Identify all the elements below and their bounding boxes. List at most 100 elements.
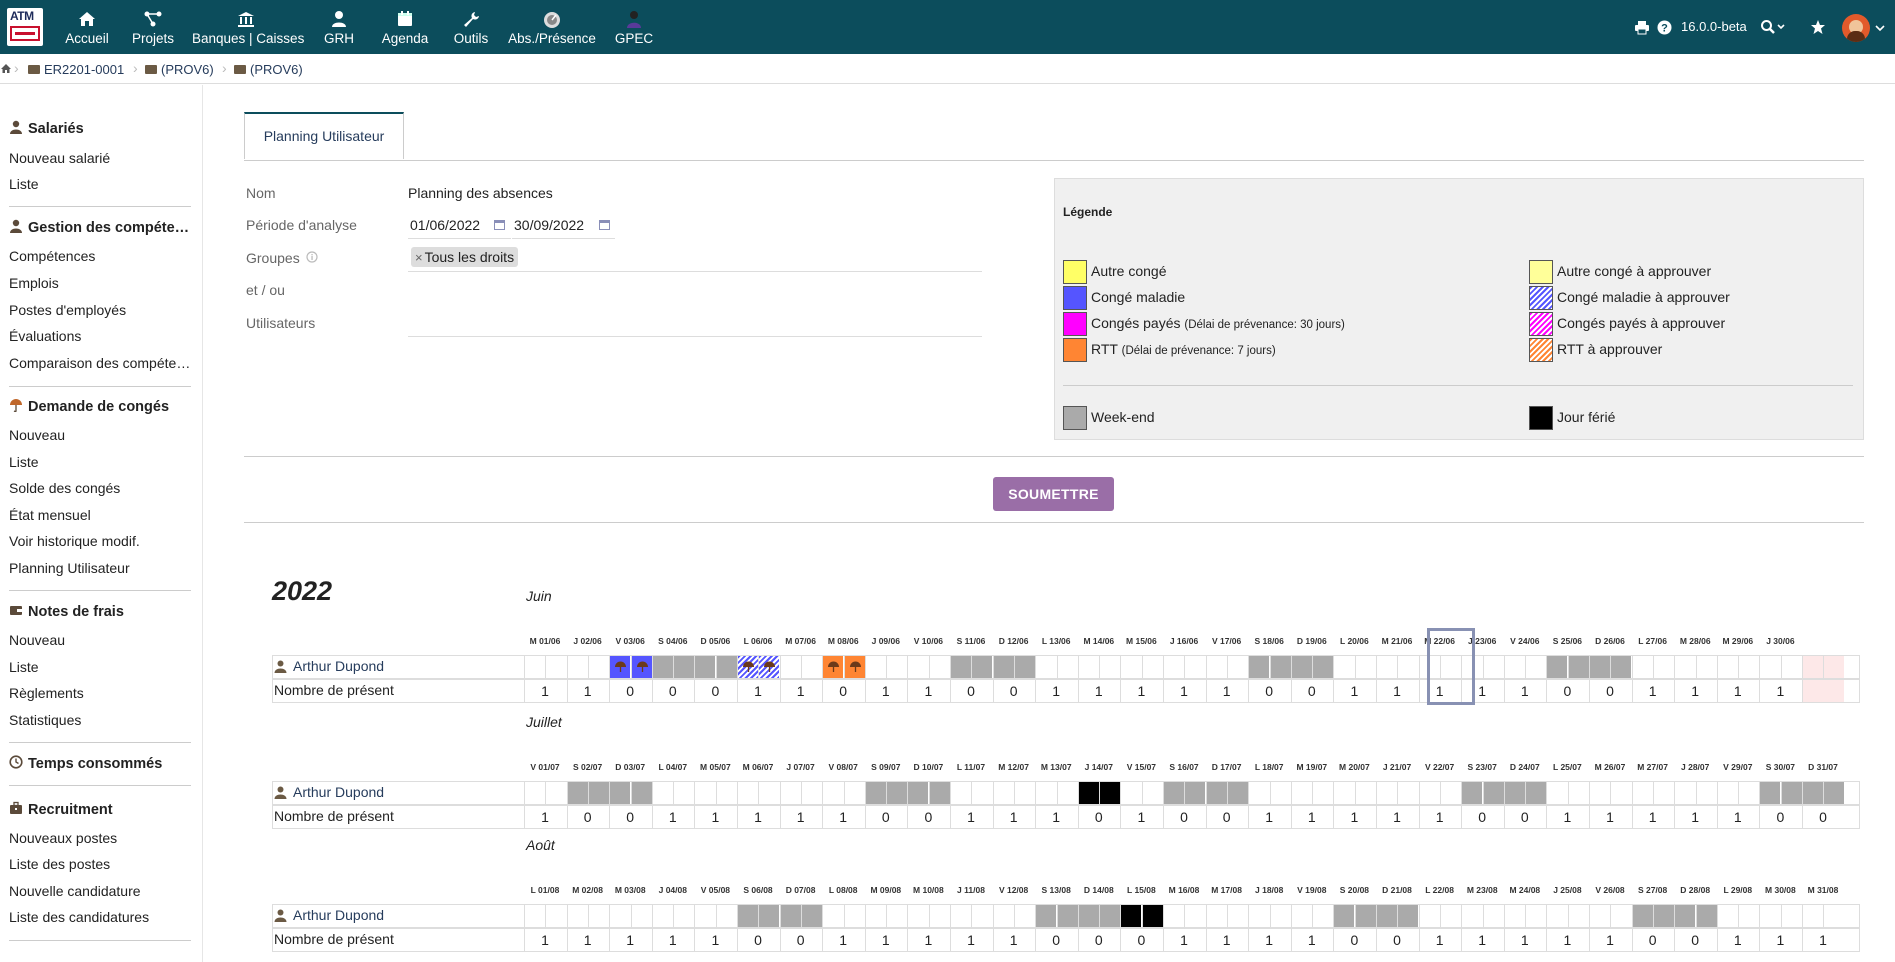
utilisateurs-input[interactable] — [408, 336, 982, 337]
date-end-input[interactable]: 30/09/2022 — [514, 217, 584, 233]
menu-outils[interactable]: Outils — [452, 0, 490, 54]
present-count: 0 — [668, 683, 677, 699]
sidebar-item-notes-liste[interactable]: Liste — [9, 659, 195, 675]
print-icon[interactable] — [1634, 20, 1650, 35]
user-link[interactable]: Arthur Dupond — [274, 907, 384, 923]
breadcrumb-item-3[interactable]: (PROV6) — [234, 62, 303, 77]
sidebar-item-liste-salaries[interactable]: Liste — [9, 176, 195, 192]
planning-cell — [1610, 656, 1632, 678]
sidebar-item-conges-nouveau[interactable]: Nouveau — [9, 427, 195, 443]
planning-cell — [758, 905, 780, 927]
avatar[interactable] — [1842, 14, 1870, 42]
sidebar-item-planning-utilisateur[interactable]: Planning Utilisateur — [9, 560, 195, 576]
planning-cell — [651, 656, 673, 678]
planning-cell — [1802, 782, 1823, 804]
day-header: M 01/06 — [529, 636, 561, 646]
menu-abs-presence[interactable]: Abs./Présence — [508, 0, 596, 54]
planning-cell — [1099, 782, 1121, 804]
sidebar-section-recruitment[interactable]: Recruitment — [9, 801, 195, 818]
planning-cell — [1163, 656, 1184, 678]
menu-gpec[interactable]: GPEC — [612, 0, 656, 54]
home-icon[interactable] — [0, 63, 12, 74]
sidebar-item-statistiques[interactable]: Statistiques — [9, 712, 195, 728]
present-count: 1 — [711, 932, 720, 948]
day-header: M 23/08 — [1466, 885, 1498, 895]
breadcrumb-item-1[interactable]: ER2201-0001 — [28, 62, 124, 77]
planning-cell — [1013, 782, 1035, 804]
date-start-input[interactable]: 01/06/2022 — [410, 217, 480, 233]
star-icon[interactable] — [1810, 19, 1826, 35]
planning-cell — [1631, 905, 1653, 927]
company-logo[interactable]: ATM — [7, 8, 43, 46]
sidebar-item-solde-conges[interactable]: Solde des congés — [9, 480, 195, 496]
month-title-juin: Juin — [526, 588, 552, 604]
day-header: D 21/08 — [1382, 885, 1412, 895]
sidebar-item-postes-employes[interactable]: Postes d'employés — [9, 302, 195, 318]
sidebar-section-salaries[interactable]: Salariés — [9, 120, 195, 137]
groupes-tag[interactable]: × Tous les droits — [411, 247, 519, 267]
present-count: 1 — [839, 809, 848, 825]
planning-cell — [971, 782, 992, 804]
sidebar-item-etat-mensuel[interactable]: État mensuel — [9, 507, 195, 523]
planning-cell — [1674, 656, 1695, 678]
menu-projets[interactable]: Projets — [129, 0, 177, 54]
help-icon[interactable]: ? — [1657, 20, 1672, 35]
day-header: S 02/07 — [572, 762, 603, 772]
sidebar-item-notes-nouveau[interactable]: Nouveau — [9, 632, 195, 648]
user-link[interactable]: Arthur Dupond — [274, 784, 384, 800]
planning-cell — [1354, 905, 1376, 927]
projects-icon — [144, 11, 162, 27]
sidebar-item-nouveau-salarie[interactable]: Nouveau salarié — [9, 150, 195, 166]
sidebar-item-historique[interactable]: Voir historique modif. — [9, 533, 195, 549]
day-header: D 10/07 — [913, 762, 944, 772]
planning-cell — [1716, 656, 1738, 678]
day-header: L 29/08 — [1723, 885, 1753, 895]
nom-label: Nom — [246, 185, 276, 201]
menu-agenda[interactable]: Agenda — [380, 0, 430, 54]
sidebar-item-liste-candidatures[interactable]: Liste des candidatures — [9, 909, 195, 925]
present-count: 1 — [668, 932, 677, 948]
planning-year: 2022 — [272, 576, 333, 606]
planning-cell — [694, 905, 715, 927]
present-count: 0 — [626, 809, 635, 825]
breadcrumb-item-2[interactable]: (PROV6) — [145, 62, 214, 77]
chevron-down-icon[interactable] — [1875, 24, 1885, 32]
sidebar-item-reglements[interactable]: Règlements — [9, 685, 195, 701]
tab-planning-utilisateur[interactable]: Planning Utilisateur — [244, 112, 404, 159]
sidebar-item-competences[interactable]: Compétences — [9, 248, 195, 264]
planning-cell — [1013, 656, 1035, 678]
day-header: S 20/08 — [1339, 885, 1370, 895]
sidebar-item-nouveaux-postes[interactable]: Nouveaux postes — [9, 830, 195, 846]
present-count: 1 — [668, 809, 677, 825]
day-header: M 31/08 — [1807, 885, 1839, 895]
menu-grh[interactable]: GRH — [322, 0, 356, 54]
planning-cell — [1652, 782, 1674, 804]
sidebar-section-conges[interactable]: Demande de congés — [9, 398, 195, 415]
day-header: M 13/07 — [1040, 762, 1072, 772]
planning-cell — [1525, 905, 1546, 927]
planning-cell — [1290, 905, 1312, 927]
sidebar-item-emplois[interactable]: Emplois — [9, 275, 195, 291]
planning-cell — [1567, 656, 1589, 678]
sidebar-item-comparaison[interactable]: Comparaison des compétences — [9, 355, 195, 371]
sidebar-item-nouvelle-candidature[interactable]: Nouvelle candidature — [9, 883, 195, 899]
submit-button[interactable]: SOUMETTRE — [993, 477, 1114, 511]
planning-cell — [1482, 656, 1504, 678]
search-icon[interactable] — [1760, 19, 1786, 35]
day-header: V 12/08 — [998, 885, 1029, 895]
sidebar-section-competences[interactable]: Gestion des compétences — [9, 219, 195, 236]
sidebar-item-conges-liste[interactable]: Liste — [9, 454, 195, 470]
user-link[interactable]: Arthur Dupond — [274, 658, 384, 674]
sidebar-item-liste-postes[interactable]: Liste des postes — [9, 856, 195, 872]
planning-cell — [779, 656, 801, 678]
calendar-icon[interactable] — [494, 220, 505, 230]
menu-banques-caisses[interactable]: Banques | Caisses — [192, 0, 304, 54]
sidebar-item-evaluations[interactable]: Évaluations — [9, 328, 195, 344]
remove-tag-icon[interactable]: × — [415, 250, 423, 265]
menu-accueil[interactable]: Accueil — [64, 0, 110, 54]
sidebar-section-notes-frais[interactable]: Notes de frais — [9, 603, 195, 620]
info-icon[interactable] — [306, 251, 318, 263]
sidebar-section-temps[interactable]: Temps consommés — [9, 755, 195, 772]
calendar-icon[interactable] — [599, 220, 610, 230]
day-header: V 05/08 — [700, 885, 731, 895]
